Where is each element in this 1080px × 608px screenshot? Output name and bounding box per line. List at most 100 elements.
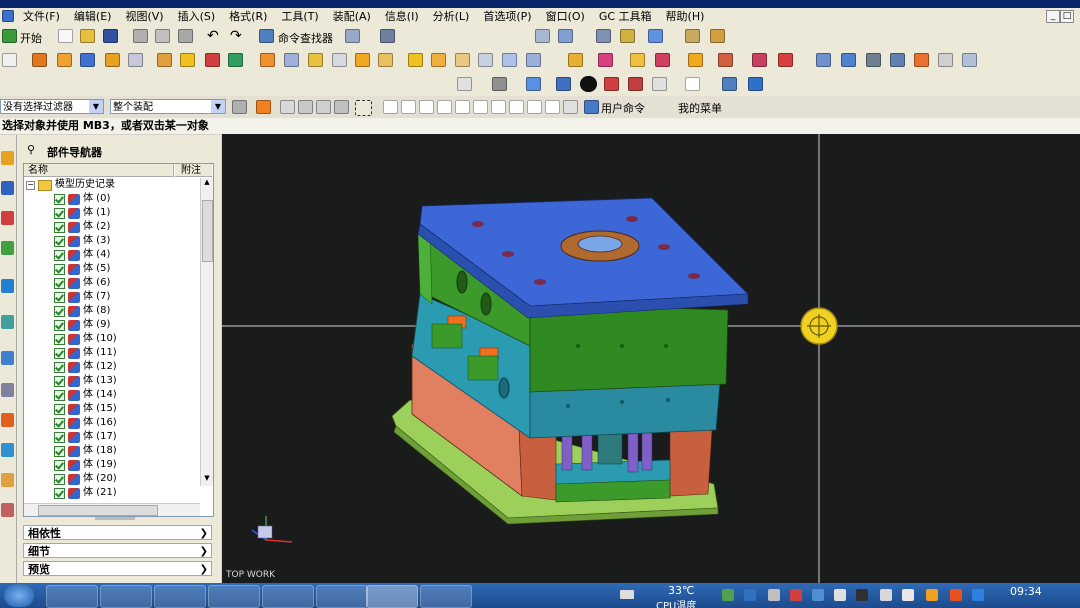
pencil-icon[interactable] (710, 29, 725, 43)
visibility-checkbox[interactable] (54, 207, 65, 219)
new-file-icon[interactable] (58, 29, 73, 43)
tree-row-body[interactable]: 体 (2) (54, 220, 110, 234)
column-name-header[interactable]: 名称 (24, 164, 174, 177)
shaded-edges-icon[interactable] (580, 76, 597, 92)
surface-d-icon[interactable] (890, 53, 905, 67)
tray-volume-icon[interactable] (902, 589, 914, 601)
taskbar-app-6[interactable] (316, 585, 368, 608)
system-material-icon[interactable] (1, 383, 14, 397)
visibility-checkbox[interactable] (54, 375, 65, 387)
tree-row-body[interactable]: 体 (4) (54, 248, 110, 262)
snap-point-icon[interactable] (563, 100, 578, 114)
scroll-up-arrow[interactable]: ▲ (201, 178, 213, 190)
visibility-checkbox[interactable] (54, 305, 65, 317)
pin-icon[interactable]: ⚲ (27, 143, 35, 156)
collapse-icon[interactable]: − (26, 180, 35, 190)
a-plate-front[interactable] (529, 303, 729, 393)
tray-shield-icon[interactable] (744, 589, 756, 601)
menu-edit[interactable]: 编辑(E) (67, 8, 119, 24)
subtract-icon[interactable] (284, 53, 299, 67)
taskbar-app-8[interactable] (420, 585, 472, 608)
keyboard-icon[interactable] (620, 590, 634, 599)
link-icon[interactable] (334, 100, 349, 114)
save-icon[interactable] (103, 29, 118, 43)
dependencies-panel[interactable]: 相依性 ❯ (23, 525, 212, 540)
menu-format[interactable]: 格式(R) (222, 8, 274, 24)
menu-assembly[interactable]: 装配(A) (326, 8, 378, 24)
visibility-checkbox[interactable] (54, 221, 65, 233)
sew-icon[interactable] (526, 53, 541, 67)
snap-slash-icon[interactable] (545, 100, 560, 114)
minimize-button[interactable]: _ (1046, 10, 1060, 23)
snap-quadrant-icon[interactable] (509, 100, 524, 114)
cylinder-icon[interactable] (105, 53, 120, 67)
tree-row-body[interactable]: 体 (18) (54, 444, 117, 458)
general-filter-icon[interactable] (232, 100, 247, 114)
web-browser-icon[interactable] (1, 279, 14, 293)
iso-view-icon[interactable] (526, 77, 541, 91)
feature-d-icon[interactable] (655, 53, 670, 67)
tree-row-body[interactable]: 体 (1) (54, 206, 110, 220)
tree-row-body[interactable]: 体 (11) (54, 346, 117, 360)
visibility-checkbox[interactable] (54, 193, 65, 205)
taskbar-app-2[interactable] (100, 585, 152, 608)
snap-plus-icon[interactable] (527, 100, 542, 114)
surface-g-icon[interactable] (962, 53, 977, 67)
shell-icon[interactable] (378, 53, 393, 67)
hscroll-thumb[interactable] (38, 505, 158, 516)
details-panel[interactable]: 细节 ❯ (23, 543, 212, 558)
pan-icon[interactable] (748, 77, 763, 91)
reuse-library-icon[interactable] (1, 241, 14, 255)
visibility-checkbox[interactable] (54, 263, 65, 275)
section-view-icon[interactable] (652, 77, 667, 91)
redo-icon[interactable]: ↷ (230, 29, 245, 43)
box-select-icon[interactable] (355, 100, 372, 116)
tree-row-body[interactable]: 体 (0) (54, 192, 110, 206)
surface-b-icon[interactable] (841, 53, 856, 67)
tray-icon-12[interactable] (972, 589, 984, 601)
intersect-icon[interactable] (308, 53, 323, 67)
tree-row-body[interactable]: 体 (7) (54, 290, 110, 304)
zoom-icon[interactable] (722, 77, 737, 91)
feature-g-icon[interactable] (752, 53, 767, 67)
visibility-checkbox[interactable] (54, 389, 65, 401)
taskbar-app-3[interactable] (154, 585, 206, 608)
face-rule-icon[interactable] (298, 100, 313, 114)
visibility-checkbox[interactable] (54, 235, 65, 247)
menu-tools[interactable]: 工具(T) (274, 8, 325, 24)
surface-c-icon[interactable] (866, 53, 881, 67)
visibility-checkbox[interactable] (54, 431, 65, 443)
my-menu[interactable]: 我的菜单 (678, 100, 722, 116)
cone-icon[interactable] (128, 53, 143, 67)
tray-icon-11[interactable] (950, 589, 962, 601)
pad-icon[interactable] (228, 53, 243, 67)
graphics-window[interactable]: TOP WORK (222, 134, 1080, 583)
wave-icon[interactable] (648, 29, 663, 43)
preview-panel[interactable]: 预览 ❯ (23, 561, 212, 576)
tree-row-body[interactable]: 体 (10) (54, 332, 117, 346)
pocket-icon[interactable] (205, 53, 220, 67)
taskbar-app-1[interactable] (46, 585, 98, 608)
shaded-icon[interactable] (556, 77, 571, 91)
type-filter-dropdown[interactable]: 没有选择过滤器 ▼ (0, 99, 104, 114)
hidden-line-icon[interactable] (628, 77, 643, 91)
layer-icon[interactable] (345, 29, 360, 43)
tray-icon-7[interactable] (856, 589, 868, 601)
blend-icon[interactable] (332, 53, 347, 67)
visibility-checkbox[interactable] (54, 473, 65, 485)
return-pin-1[interactable] (561, 433, 573, 471)
menu-help[interactable]: 帮助(H) (659, 8, 712, 24)
tree-row-body[interactable]: 体 (14) (54, 388, 117, 402)
cut-icon[interactable] (133, 29, 148, 43)
process-studio-icon[interactable] (1, 413, 14, 427)
visibility-checkbox[interactable] (54, 361, 65, 373)
command-finder-icon[interactable] (259, 29, 274, 43)
tree-vertical-scrollbar[interactable]: ▲ ▼ (200, 178, 213, 486)
menu-information[interactable]: 信息(I) (378, 8, 426, 24)
chamfer-icon[interactable] (355, 53, 370, 67)
slider-block-2[interactable] (467, 355, 499, 381)
system-scene-icon[interactable] (1, 473, 14, 487)
undo-icon[interactable]: ↶ (207, 29, 222, 43)
snap-line-icon[interactable] (401, 100, 416, 114)
analysis-icon[interactable] (620, 29, 635, 43)
